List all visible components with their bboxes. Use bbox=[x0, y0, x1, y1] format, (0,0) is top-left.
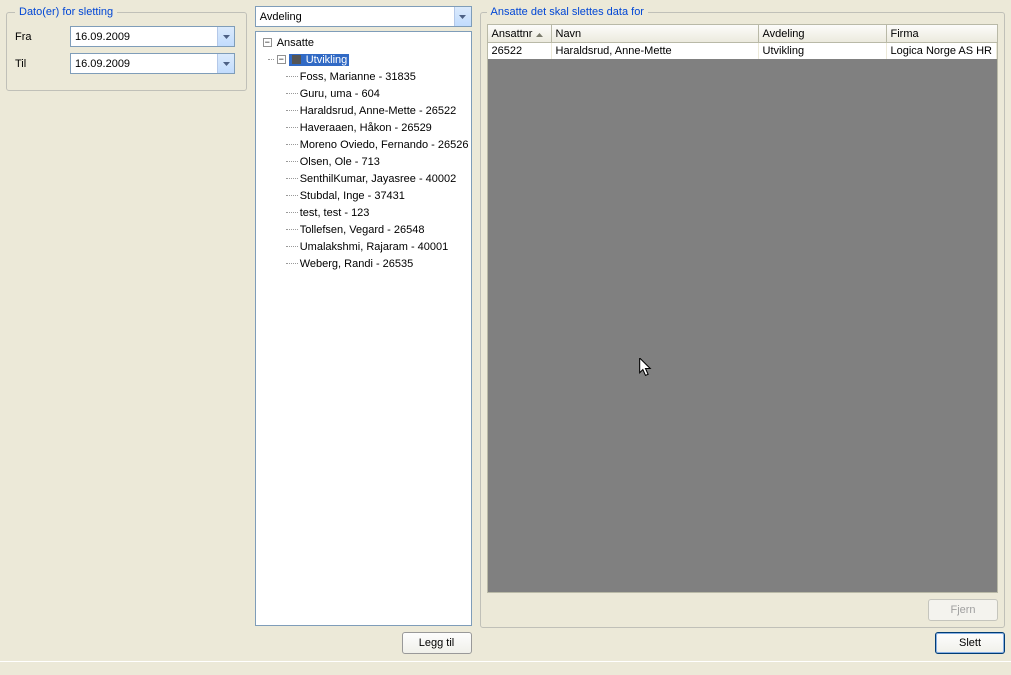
tree-employee[interactable]: Foss, Marianne - 31835 bbox=[256, 68, 471, 85]
tree-root[interactable]: − Ansatte bbox=[256, 34, 471, 51]
tree-employee-label: Tollefsen, Vegard - 26548 bbox=[298, 224, 427, 236]
fra-label: Fra bbox=[15, 31, 70, 43]
dates-group: Dato(er) for sletting Fra 16.09.2009 Til… bbox=[6, 6, 247, 91]
legg-til-button[interactable]: Legg til bbox=[402, 632, 472, 654]
grid-group: Ansatte det skal slettes data for Ansatt… bbox=[480, 6, 1006, 628]
tree-employee-label: Guru, uma - 604 bbox=[298, 88, 382, 100]
til-row: Til 16.09.2009 bbox=[15, 53, 238, 74]
header-avdeling[interactable]: Avdeling bbox=[759, 25, 887, 43]
cell-avdeling: Utvikling bbox=[759, 43, 887, 59]
fra-date-value: 16.09.2009 bbox=[71, 31, 217, 43]
grid-body[interactable]: 26522Haraldsrud, Anne-MetteUtviklingLogi… bbox=[487, 43, 999, 593]
tree-employee[interactable]: Stubdal, Inge - 37431 bbox=[256, 187, 471, 204]
status-bar bbox=[0, 661, 1011, 675]
header-firma-label: Firma bbox=[891, 28, 919, 40]
delete-button-row: Slett bbox=[480, 632, 1006, 654]
tree-employee[interactable]: Haveraaen, Håkon - 26529 bbox=[256, 119, 471, 136]
folder-icon bbox=[292, 55, 301, 64]
add-button-row: Legg til bbox=[255, 632, 472, 654]
fra-date-input[interactable]: 16.09.2009 bbox=[70, 26, 235, 47]
tree-column: Avdeling − Ansatte − Utvikling Foss, Mar… bbox=[251, 2, 476, 658]
remove-button-row: Fjern bbox=[487, 599, 999, 621]
chevron-down-icon[interactable] bbox=[217, 27, 234, 46]
tree-employee-label: Umalakshmi, Rajaram - 40001 bbox=[298, 241, 451, 253]
fra-row: Fra 16.09.2009 bbox=[15, 26, 238, 47]
tree-employee[interactable]: Moreno Oviedo, Fernando - 26526 bbox=[256, 136, 471, 153]
tree-employee[interactable]: Olsen, Ole - 713 bbox=[256, 153, 471, 170]
grid-header-row: Ansattnr Navn Avdeling Firma bbox=[487, 24, 999, 43]
tree-employee-label: Haveraaen, Håkon - 26529 bbox=[298, 122, 434, 134]
minus-icon[interactable]: − bbox=[263, 38, 272, 47]
sort-asc-icon bbox=[532, 28, 543, 40]
chevron-down-icon[interactable] bbox=[454, 7, 471, 26]
cell-ansattnr: 26522 bbox=[488, 43, 552, 59]
tree-employee-label: Weberg, Randi - 26535 bbox=[298, 258, 416, 270]
tree-employee[interactable]: Haraldsrud, Anne-Mette - 26522 bbox=[256, 102, 471, 119]
til-date-value: 16.09.2009 bbox=[71, 58, 217, 70]
header-avdeling-label: Avdeling bbox=[763, 28, 805, 40]
tree-department[interactable]: − Utvikling bbox=[256, 51, 471, 68]
fjern-button[interactable]: Fjern bbox=[928, 599, 998, 621]
main-panel: Dato(er) for sletting Fra 16.09.2009 Til… bbox=[0, 0, 1011, 660]
tree-employee-label: Foss, Marianne - 31835 bbox=[298, 71, 418, 83]
tree-employee[interactable]: Umalakshmi, Rajaram - 40001 bbox=[256, 238, 471, 255]
header-firma[interactable]: Firma bbox=[887, 25, 999, 43]
tree-employee[interactable]: test, test - 123 bbox=[256, 204, 471, 221]
grid-column: Ansatte det skal slettes data for Ansatt… bbox=[476, 2, 1010, 658]
tree-employee[interactable]: SenthilKumar, Jayasree - 40002 bbox=[256, 170, 471, 187]
minus-icon[interactable]: − bbox=[277, 55, 286, 64]
til-label: Til bbox=[15, 58, 70, 70]
tree-employee[interactable]: Weberg, Randi - 26535 bbox=[256, 255, 471, 272]
chevron-down-icon[interactable] bbox=[217, 54, 234, 73]
tree-root-label: Ansatte bbox=[275, 37, 316, 49]
dates-legend: Dato(er) for sletting bbox=[15, 6, 117, 18]
slett-button[interactable]: Slett bbox=[935, 632, 1005, 654]
cell-navn: Haraldsrud, Anne-Mette bbox=[552, 43, 759, 59]
dates-column: Dato(er) for sletting Fra 16.09.2009 Til… bbox=[2, 2, 251, 658]
department-value: Avdeling bbox=[256, 11, 454, 23]
tree-employee-label: SenthilKumar, Jayasree - 40002 bbox=[298, 173, 459, 185]
header-navn[interactable]: Navn bbox=[552, 25, 759, 43]
tree-employee-label: Stubdal, Inge - 37431 bbox=[298, 190, 407, 202]
table-row[interactable]: 26522Haraldsrud, Anne-MetteUtviklingLogi… bbox=[488, 43, 998, 59]
grid-legend: Ansatte det skal slettes data for bbox=[487, 6, 648, 18]
tree-employee[interactable]: Tollefsen, Vegard - 26548 bbox=[256, 221, 471, 238]
header-ansattnr-label: Ansattnr bbox=[492, 28, 533, 40]
tree-employee-label: Olsen, Ole - 713 bbox=[298, 156, 382, 168]
tree-employee-label: test, test - 123 bbox=[298, 207, 372, 219]
employee-tree[interactable]: − Ansatte − Utvikling Foss, Marianne - 3… bbox=[255, 31, 472, 626]
tree-employee[interactable]: Guru, uma - 604 bbox=[256, 85, 471, 102]
header-ansattnr[interactable]: Ansattnr bbox=[488, 25, 552, 43]
department-select[interactable]: Avdeling bbox=[255, 6, 472, 27]
til-date-input[interactable]: 16.09.2009 bbox=[70, 53, 235, 74]
cell-firma: Logica Norge AS HR bbox=[887, 43, 998, 59]
tree-selected-label: Utvikling bbox=[304, 54, 350, 66]
tree-employee-label: Haraldsrud, Anne-Mette - 26522 bbox=[298, 105, 459, 117]
header-navn-label: Navn bbox=[556, 28, 582, 40]
tree-employee-label: Moreno Oviedo, Fernando - 26526 bbox=[298, 139, 471, 151]
